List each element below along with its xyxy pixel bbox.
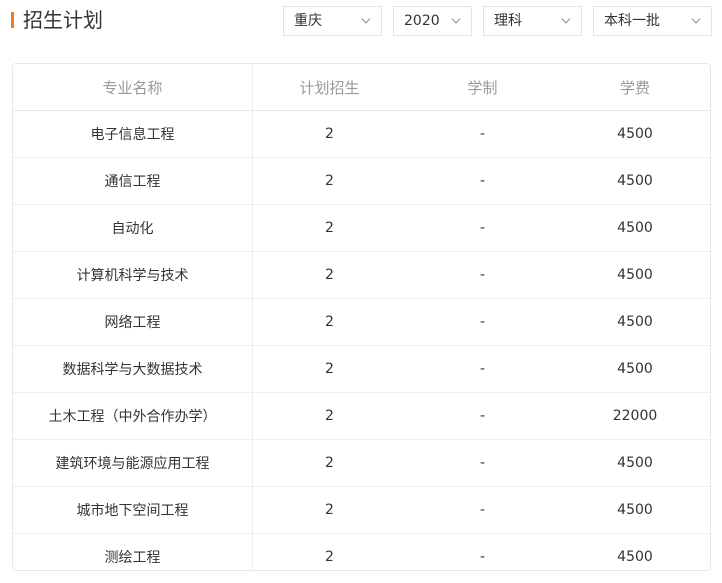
table-row: 测绘工程 2-4500 (13, 533, 710, 570)
plan-table: 专业名称 计划招生 学制 学费 电子信息工程 2-4500 通信工程 2-4500 自动… (13, 64, 710, 570)
tuition-cell: 4500 (559, 533, 710, 570)
plan-count-cell: 2 (252, 439, 406, 487)
column-header-major: 专业名称 (13, 64, 253, 111)
table-header-row: 专业名称 计划招生 学制 学费 (13, 64, 710, 111)
plan-count-cell: 2 (252, 251, 406, 299)
duration-cell: - (406, 533, 559, 570)
table-row: 自动化 2-4500 (13, 204, 710, 252)
tuition-cell: 22000 (559, 392, 710, 440)
duration-cell: - (406, 345, 559, 393)
duration-cell: - (406, 298, 559, 346)
tuition-cell: 4500 (559, 439, 710, 487)
duration-cell: - (406, 204, 559, 252)
major-name-cell: 网络工程 (13, 298, 253, 346)
table-row: 城市地下空间工程 2-4500 (13, 486, 710, 534)
major-name-cell: 测绘工程 (13, 533, 253, 570)
page-title: 招生计划 (23, 8, 103, 32)
batch-select[interactable]: 本科一批 (593, 6, 712, 36)
major-name-cell: 自动化 (13, 204, 253, 252)
major-name-cell: 电子信息工程 (13, 110, 253, 158)
chevron-down-icon (451, 18, 461, 24)
major-name-cell: 建筑环境与能源应用工程 (13, 439, 253, 487)
table-row: 电子信息工程 2 - 4500 (13, 110, 710, 158)
plan-count-cell: 2 (325, 126, 334, 142)
tuition-cell: 4500 (559, 345, 710, 393)
tuition-cell: 4500 (617, 126, 653, 142)
table-row: 通信工程 2-4500 (13, 157, 710, 205)
duration-cell: - (406, 486, 559, 534)
enrollment-plan-table: 专业名称 计划招生 学制 学费 电子信息工程 2-4500 通信工程 2-4500 自动… (12, 63, 711, 571)
table-row: 计算机科学与技术 2-4500 (13, 251, 710, 299)
major-name-cell: 计算机科学与技术 (13, 251, 253, 299)
table-row: 土木工程（中外合作办学） 2-22000 (13, 392, 710, 440)
duration-cell: - (406, 439, 559, 487)
year-select-value: 2020 (404, 13, 440, 29)
duration-cell: - (406, 251, 559, 299)
column-header-tuition: 学费 (559, 64, 710, 111)
major-name-cell: 土木工程（中外合作办学） (13, 392, 253, 440)
plan-count-cell: 2 (252, 486, 406, 534)
column-header-plan-count: 计划招生 (252, 64, 406, 111)
table-row: 数据科学与大数据技术 2-4500 (13, 345, 710, 393)
chevron-down-icon (691, 18, 701, 24)
major-name-cell: 数据科学与大数据技术 (13, 345, 253, 393)
subject-select-value: 理科 (494, 13, 522, 29)
tuition-cell: 4500 (559, 251, 710, 299)
plan-count-cell: 2 (252, 204, 406, 252)
page-header: 招生计划 重庆 2020 理科 本科一批 (0, 0, 722, 44)
batch-select-value: 本科一批 (604, 13, 660, 29)
plan-count-cell: 2 (252, 298, 406, 346)
subject-select[interactable]: 理科 (483, 6, 582, 36)
column-header-duration: 学制 (406, 64, 559, 111)
table-row: 网络工程 2-4500 (13, 298, 710, 346)
year-select[interactable]: 2020 (393, 6, 472, 36)
tuition-cell: 4500 (559, 204, 710, 252)
major-name-cell: 城市地下空间工程 (13, 486, 253, 534)
plan-count-cell: 2 (252, 392, 406, 440)
title-accent-bar (11, 12, 14, 28)
tuition-cell: 4500 (559, 486, 710, 534)
tuition-cell: 4500 (559, 157, 710, 205)
duration-cell: - (479, 126, 486, 142)
province-select[interactable]: 重庆 (283, 6, 382, 36)
chevron-down-icon (561, 18, 571, 24)
chevron-down-icon (361, 18, 371, 24)
tuition-cell: 4500 (559, 298, 710, 346)
duration-cell: - (406, 392, 559, 440)
table-row: 建筑环境与能源应用工程 2-4500 (13, 439, 710, 487)
duration-cell: - (406, 157, 559, 205)
plan-count-cell: 2 (252, 157, 406, 205)
plan-count-cell: 2 (252, 345, 406, 393)
plan-count-cell: 2 (252, 533, 406, 570)
major-name-cell: 通信工程 (13, 157, 253, 205)
province-select-value: 重庆 (294, 13, 322, 29)
